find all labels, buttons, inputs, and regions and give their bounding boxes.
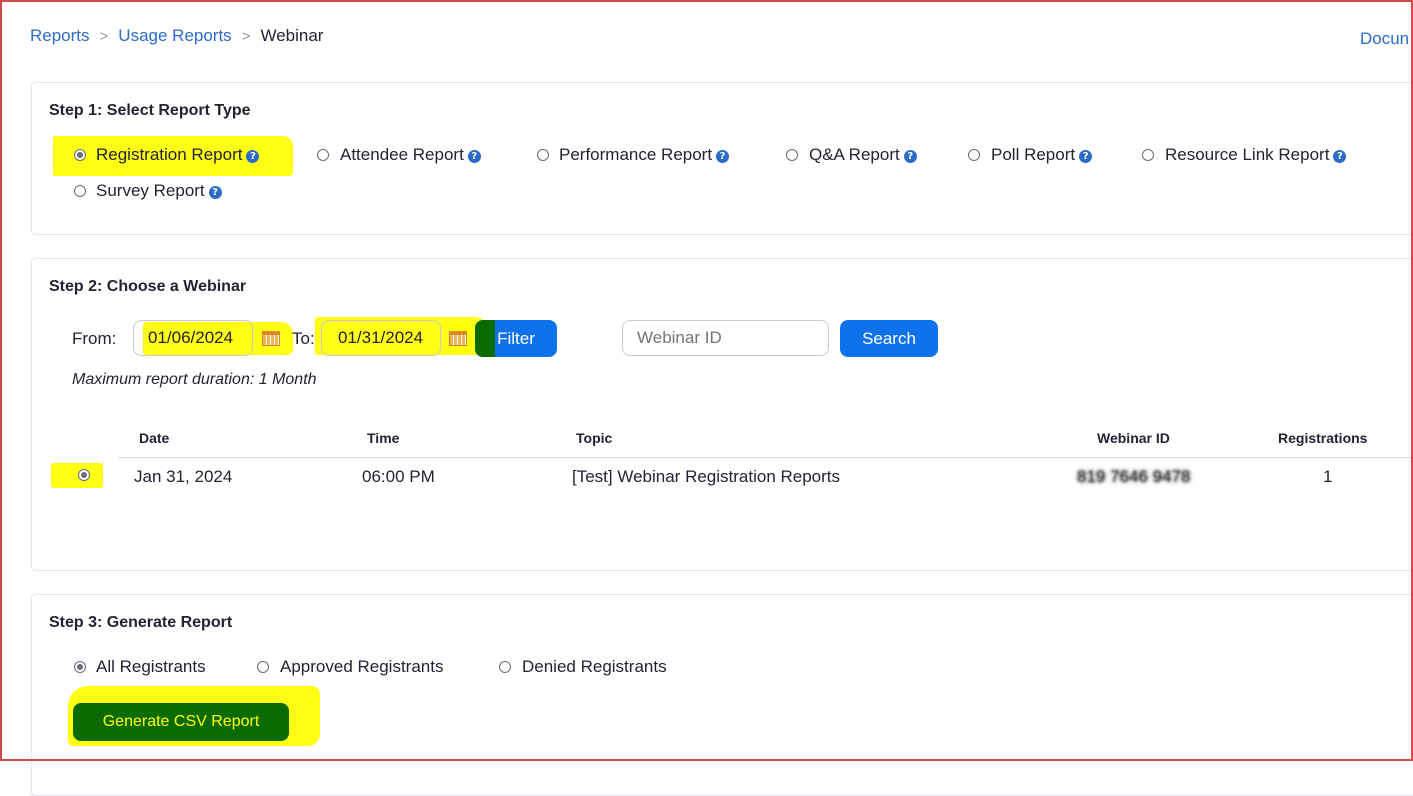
calendar-icon[interactable] — [449, 331, 467, 346]
option-label: Survey Report — [96, 181, 205, 200]
option-registration-report[interactable]: Registration Report? — [96, 145, 260, 165]
radio-denied-registrants[interactable] — [499, 661, 511, 673]
step2-title: Step 2: Choose a Webinar — [49, 278, 247, 295]
cell-webinar-id: 819 7646 9478 — [1077, 467, 1191, 486]
from-label: From: — [72, 329, 117, 348]
option-performance-report[interactable]: Performance Report? — [559, 145, 730, 165]
radio-performance-report[interactable] — [537, 149, 549, 161]
column-header-date: Date — [139, 430, 170, 446]
filter-button[interactable]: Filter — [475, 320, 557, 357]
option-all-registrants[interactable]: All Registrants — [96, 657, 206, 677]
option-label: Q&A Report — [809, 145, 900, 164]
option-label: Resource Link Report — [1165, 145, 1330, 164]
option-survey-report[interactable]: Survey Report? — [96, 181, 222, 201]
step3-title: Step 3: Generate Report — [49, 614, 233, 631]
row-select-radio[interactable] — [78, 469, 90, 481]
table-header-divider — [118, 457, 1413, 458]
help-icon[interactable]: ? — [1333, 150, 1347, 163]
help-icon[interactable]: ? — [716, 150, 730, 163]
radio-survey-report[interactable] — [74, 185, 86, 197]
to-date-input[interactable]: 01/31/2024 — [321, 320, 441, 356]
column-header-webinar-id: Webinar ID — [1097, 430, 1170, 446]
radio-attendee-report[interactable] — [317, 149, 329, 161]
option-approved-registrants[interactable]: Approved Registrants — [280, 657, 443, 677]
option-label: Registration Report — [96, 145, 243, 164]
help-icon[interactable]: ? — [208, 186, 222, 199]
option-resource-link-report[interactable]: Resource Link Report? — [1165, 145, 1347, 165]
option-denied-registrants[interactable]: Denied Registrants — [522, 657, 667, 677]
help-icon[interactable]: ? — [246, 150, 260, 163]
cell-time: 06:00 PM — [362, 467, 435, 486]
generate-csv-report-button[interactable]: Generate CSV Report — [73, 703, 289, 741]
annotation-mark — [475, 320, 495, 357]
column-header-registrations: Registrations — [1278, 430, 1368, 446]
breadcrumb-webinar: Webinar — [260, 26, 324, 45]
help-icon[interactable]: ? — [467, 150, 481, 163]
calendar-icon[interactable] — [262, 331, 280, 346]
step2-panel: Step 2: Choose a Webinar — [31, 258, 1413, 571]
column-header-time: Time — [367, 430, 400, 446]
breadcrumb-reports[interactable]: Reports — [30, 26, 90, 45]
cell-topic: [Test] Webinar Registration Reports — [572, 467, 841, 486]
breadcrumb: Reports > Usage Reports > Webinar — [30, 26, 323, 46]
radio-qa-report[interactable] — [786, 149, 798, 161]
radio-resource-link-report[interactable] — [1142, 149, 1154, 161]
filter-button-label: Filter — [497, 329, 535, 348]
column-header-topic: Topic — [576, 430, 613, 446]
max-duration-note: Maximum report duration: 1 Month — [72, 371, 317, 388]
to-label: To: — [292, 329, 315, 348]
option-poll-report[interactable]: Poll Report? — [991, 145, 1093, 165]
breadcrumb-separator: > — [99, 28, 109, 45]
search-button[interactable]: Search — [840, 320, 938, 357]
step1-title: Step 1: Select Report Type — [49, 102, 251, 119]
documentation-link[interactable]: Docun — [1360, 29, 1409, 49]
radio-poll-report[interactable] — [968, 149, 980, 161]
cell-date: Jan 31, 2024 — [134, 467, 233, 486]
breadcrumb-usage-reports[interactable]: Usage Reports — [118, 26, 231, 45]
radio-approved-registrants[interactable] — [257, 661, 269, 673]
from-date-input[interactable]: 01/06/2024 — [133, 320, 253, 356]
webinar-id-input[interactable] — [622, 320, 829, 356]
option-label: Poll Report — [991, 145, 1076, 164]
radio-all-registrants[interactable] — [74, 661, 86, 673]
radio-registration-report[interactable] — [74, 149, 86, 161]
highlight-mark — [51, 463, 103, 488]
help-icon[interactable]: ? — [903, 150, 917, 163]
option-label: Performance Report — [559, 145, 713, 164]
option-label: Attendee Report — [340, 145, 464, 164]
option-qa-report[interactable]: Q&A Report? — [809, 145, 917, 165]
cell-registrations: 1 — [1323, 467, 1333, 486]
breadcrumb-separator: > — [241, 28, 251, 45]
option-attendee-report[interactable]: Attendee Report? — [340, 145, 481, 165]
help-icon[interactable]: ? — [1079, 150, 1093, 163]
